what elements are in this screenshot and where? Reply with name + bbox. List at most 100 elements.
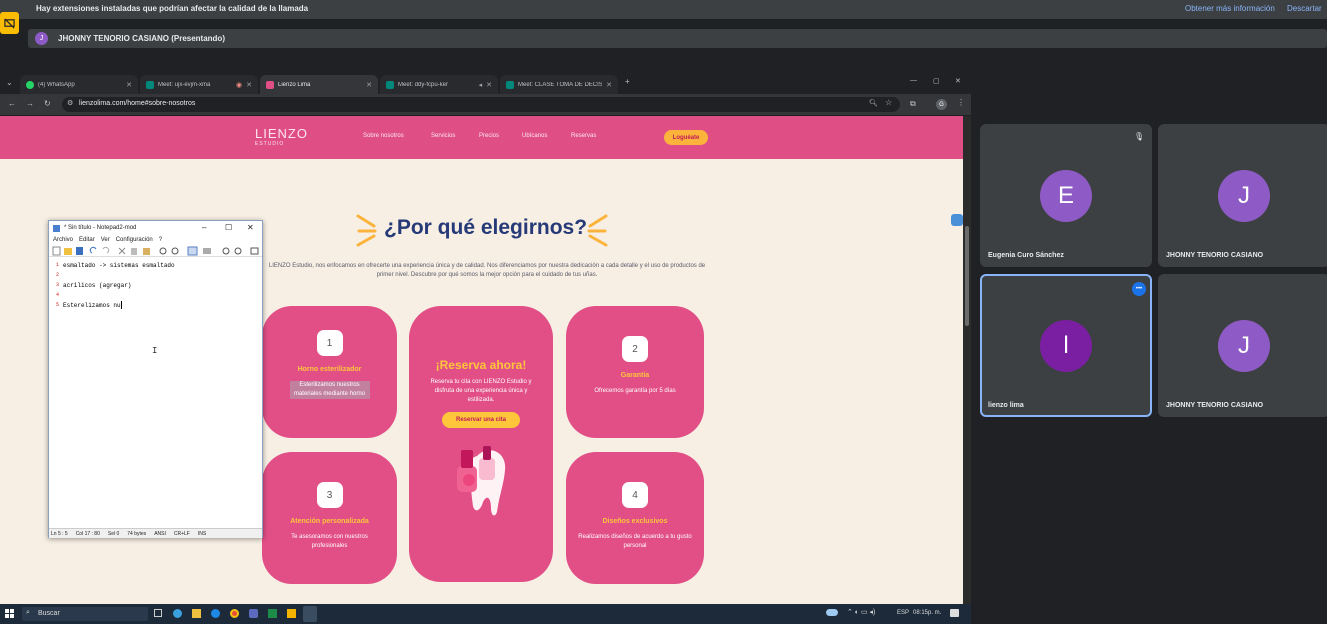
participant-avatar: J bbox=[1218, 320, 1270, 372]
menu-help[interactable]: ? bbox=[159, 237, 162, 243]
profile-avatar[interactable]: G bbox=[936, 99, 947, 110]
notepad-taskbar-button[interactable] bbox=[303, 606, 317, 622]
close-icon[interactable]: ✕ bbox=[606, 81, 612, 89]
sparkle-right-icon bbox=[587, 214, 608, 247]
tray-icons[interactable]: ⌃ ◐ ▭ ◂) bbox=[847, 608, 875, 616]
tab-whatsapp[interactable]: (4) WhatsApp ✕ bbox=[20, 75, 138, 94]
undo-icon[interactable] bbox=[89, 246, 97, 254]
zoom-in-icon[interactable] bbox=[222, 247, 230, 255]
new-tab-icon[interactable]: + bbox=[625, 77, 630, 86]
tab-search-icon[interactable]: ⌄ bbox=[6, 78, 13, 87]
redo-icon[interactable] bbox=[102, 246, 110, 254]
reserve-button[interactable]: Reservar una cita bbox=[442, 412, 520, 428]
tab-label: Meet: CLASE TOMA DE DECISIO... bbox=[518, 81, 603, 88]
maximize-icon[interactable]: ☐ bbox=[225, 223, 232, 232]
word-wrap-icon[interactable] bbox=[187, 246, 198, 256]
reload-icon[interactable]: ↻ bbox=[44, 99, 51, 108]
section-heading: ¿Por qué elegirnos? bbox=[384, 216, 588, 239]
close-icon[interactable]: ✕ bbox=[246, 81, 252, 89]
floating-widget-icon[interactable] bbox=[951, 214, 963, 226]
status-size: 74 bytes bbox=[127, 530, 147, 537]
paste-icon[interactable] bbox=[143, 248, 150, 255]
notepad-title: * Sin título - Notepad2-mod bbox=[64, 225, 137, 231]
login-button[interactable]: Loguéate bbox=[664, 130, 708, 145]
intro-text: LIENZO Estudio, nos enfocamos en ofrecer… bbox=[268, 263, 706, 278]
close-icon[interactable]: ✕ bbox=[366, 81, 372, 89]
tab-meet-3[interactable]: Meet: CLASE TOMA DE DECISIO... ✕ bbox=[500, 75, 618, 94]
scroll-thumb[interactable] bbox=[965, 226, 969, 326]
notifications-icon[interactable] bbox=[950, 609, 959, 617]
back-icon[interactable]: ← bbox=[8, 99, 16, 108]
menu-editar[interactable]: Editar bbox=[79, 237, 95, 243]
taskbar-search[interactable]: ⌕ Buscar bbox=[22, 607, 148, 621]
feature-card-4: 4 Diseños exclusivos Realizamos diseños … bbox=[566, 452, 704, 584]
reserve-title: ¡Reserva ahora! bbox=[435, 358, 527, 372]
nav-sobre-nosotros[interactable]: Sobre nosotros bbox=[363, 133, 404, 139]
presentation-stop-icon[interactable] bbox=[0, 12, 19, 34]
site-info-icon[interactable]: ⚙ bbox=[67, 99, 73, 107]
menu-icon[interactable]: ⋮ bbox=[957, 98, 965, 107]
address-bar[interactable]: ⚙ lienzolima.com/home#sobre-nosotros 🔍︎ … bbox=[62, 97, 900, 112]
page-scrollbar[interactable] bbox=[963, 116, 971, 604]
extensions-icon[interactable]: ⧉ bbox=[910, 99, 916, 109]
close-icon[interactable]: ✕ bbox=[126, 81, 132, 89]
find-icon[interactable] bbox=[159, 247, 167, 255]
teams-icon[interactable] bbox=[249, 609, 258, 618]
nav-reservas[interactable]: Reservas bbox=[571, 133, 596, 139]
menu-ver[interactable]: Ver bbox=[101, 237, 110, 243]
minimize-icon[interactable]: – bbox=[202, 223, 206, 232]
task-view-icon[interactable] bbox=[154, 609, 162, 617]
replace-icon[interactable] bbox=[171, 247, 179, 255]
schemes-icon[interactable] bbox=[250, 247, 259, 255]
notepad-titlebar: * Sin título - Notepad2-mod – ☐ ✕ bbox=[49, 221, 262, 235]
bookmark-star-icon[interactable]: ☆ bbox=[885, 98, 892, 107]
participant-tile[interactable]: 🎙︎ E Eugenia Curo Sánchez bbox=[980, 124, 1152, 267]
tab-lienzo-lima[interactable]: Lienzo Lima ✕ bbox=[260, 75, 378, 94]
save-icon[interactable] bbox=[76, 247, 83, 255]
language-indicator[interactable]: ESP bbox=[897, 610, 909, 616]
notes-icon[interactable] bbox=[287, 609, 296, 618]
more-info-link[interactable]: Obtener más información bbox=[1185, 4, 1275, 13]
nav-ubicanos[interactable]: Ubícanos bbox=[522, 133, 547, 139]
open-folder-icon[interactable] bbox=[64, 248, 72, 255]
zoom-icon[interactable]: 🔍︎ bbox=[869, 99, 878, 107]
menu-archivo[interactable]: Archivo bbox=[53, 237, 73, 243]
excel-icon[interactable] bbox=[268, 609, 277, 618]
participant-tile-active[interactable]: ••• l lienzo lima bbox=[980, 274, 1152, 417]
participant-tile[interactable]: J JHONNY TENORIO CASIANO bbox=[1158, 274, 1327, 417]
cut-icon[interactable] bbox=[118, 247, 126, 255]
zoom-out-icon[interactable] bbox=[234, 247, 242, 255]
copy-icon[interactable] bbox=[131, 248, 137, 255]
close-icon[interactable]: ✕ bbox=[247, 223, 254, 232]
new-file-icon[interactable] bbox=[52, 246, 61, 256]
notepad-toolbar bbox=[49, 245, 262, 257]
menu-configuracion[interactable]: Configuración bbox=[116, 237, 153, 243]
dismiss-link[interactable]: Descartar bbox=[1287, 4, 1322, 13]
site-logo[interactable]: LIENZO bbox=[255, 126, 308, 141]
minimize-icon[interactable]: — bbox=[910, 77, 917, 84]
tab-meet-2[interactable]: Meet: ddy-fcpu-ker ◂ ✕ bbox=[380, 75, 498, 94]
maximize-icon[interactable]: ▢ bbox=[933, 77, 940, 85]
participant-name: JHONNY TENORIO CASIANO bbox=[1166, 402, 1264, 409]
participant-name: JHONNY TENORIO CASIANO bbox=[1166, 252, 1264, 259]
line-number: 4 bbox=[55, 292, 59, 298]
file-explorer-icon[interactable] bbox=[192, 609, 201, 618]
edge-icon[interactable] bbox=[173, 609, 182, 618]
editor-line: 4 bbox=[49, 290, 63, 300]
forward-icon[interactable]: → bbox=[26, 99, 34, 108]
speaking-indicator-icon: ••• bbox=[1132, 282, 1146, 296]
participant-tile[interactable]: J JHONNY TENORIO CASIANO bbox=[1158, 124, 1327, 267]
clock[interactable]: 08:15p. m. bbox=[913, 610, 941, 616]
notepad-editor[interactable]: 1 esmaltado -> sistemas esmaltado 2 3 ac… bbox=[49, 258, 262, 528]
nav-precios[interactable]: Precios bbox=[479, 133, 499, 139]
tab-meet-1[interactable]: Meet: ujx-evjm-xma ◉ ✕ bbox=[140, 75, 258, 94]
chrome-icon[interactable] bbox=[230, 609, 239, 618]
browser-icon[interactable] bbox=[211, 609, 220, 618]
close-icon[interactable]: ✕ bbox=[486, 81, 492, 89]
view-icon[interactable] bbox=[203, 248, 211, 254]
windows-start-icon[interactable] bbox=[5, 609, 15, 619]
close-window-icon[interactable]: ✕ bbox=[955, 77, 961, 85]
nav-servicios[interactable]: Servicios bbox=[431, 133, 455, 139]
onedrive-icon[interactable] bbox=[826, 609, 838, 616]
card-number: 3 bbox=[316, 482, 343, 508]
